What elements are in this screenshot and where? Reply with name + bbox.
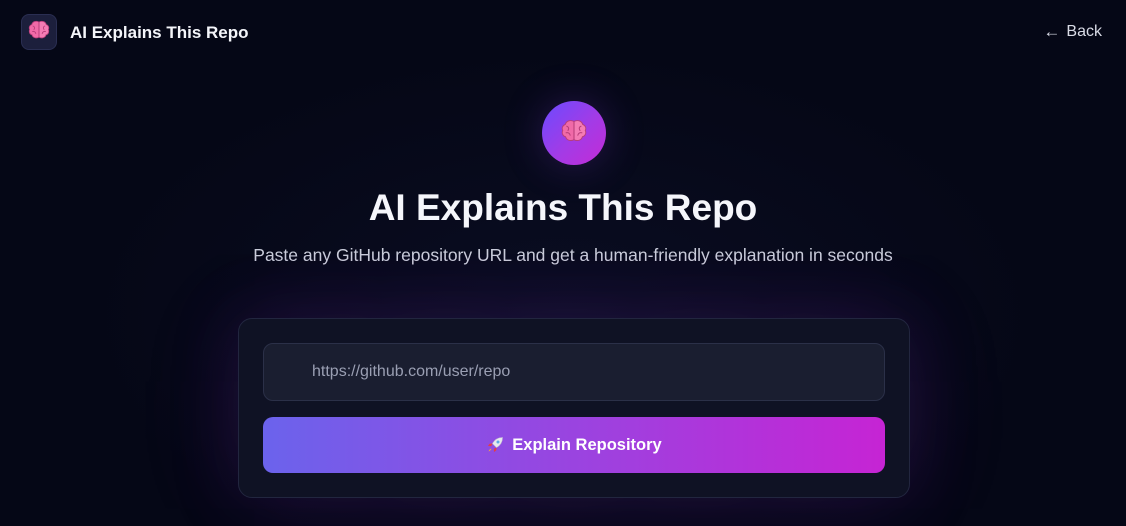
brain-icon <box>560 119 588 148</box>
repo-form-card: Explain Repository <box>238 318 910 498</box>
explain-repository-label: Explain Repository <box>512 435 662 454</box>
back-label: Back <box>1066 23 1102 40</box>
top-header: AI Explains This Repo ← Back <box>0 0 1126 66</box>
brain-icon <box>28 20 50 45</box>
rocket-icon <box>486 436 504 454</box>
back-link[interactable]: ← Back <box>1043 22 1102 42</box>
hero-brain-badge <box>542 101 606 165</box>
page-title: AI Explains This Repo <box>368 187 758 228</box>
app-logo[interactable] <box>21 14 57 50</box>
app-title: AI Explains This Repo <box>70 23 249 42</box>
repo-url-input[interactable] <box>263 343 885 401</box>
explain-repository-button[interactable]: Explain Repository <box>263 417 885 473</box>
page-subtitle: Paste any GitHub repository URL and get … <box>253 245 893 265</box>
page: AI Explains This Repo ← Back AI Explains… <box>0 0 1126 526</box>
back-arrow-icon: ← <box>1043 22 1061 41</box>
